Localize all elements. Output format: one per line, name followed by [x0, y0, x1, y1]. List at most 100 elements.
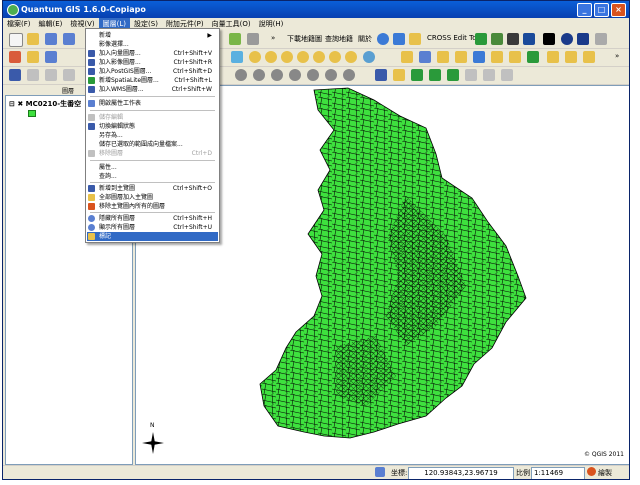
- stack-icon[interactable]: [595, 33, 607, 45]
- menu-item-open-attribute-table[interactable]: 開啟屬性工作表: [87, 99, 218, 108]
- capture-point-icon[interactable]: [235, 69, 247, 81]
- menu-help[interactable]: 說明(H): [255, 18, 288, 30]
- profile-icon[interactable]: [543, 33, 555, 45]
- zoom-full-icon[interactable]: [281, 51, 293, 63]
- menu-item-add-vector[interactable]: 加入向量圖層... Ctrl+Shift+V: [87, 49, 218, 58]
- menu-item-remove-layer[interactable]: 移除圖層 Ctrl+D: [87, 149, 218, 158]
- toolbar-more-mid[interactable]: »: [615, 52, 619, 60]
- measure-icon[interactable]: [577, 33, 589, 45]
- advanced-edit-icon[interactable]: [375, 69, 387, 81]
- cut-feature-icon[interactable]: [307, 69, 319, 81]
- grid-icon[interactable]: [523, 33, 535, 45]
- menu-item-show-all-layers[interactable]: 顯示所有圖層 Ctrl+Shift+U: [87, 223, 218, 232]
- menu-item-query[interactable]: 查詢...: [87, 172, 218, 181]
- menu-item-properties[interactable]: 屬性...: [87, 163, 218, 172]
- query-map-button[interactable]: 查詢地籍: [325, 34, 353, 44]
- digitize-icon[interactable]: [9, 51, 21, 63]
- text-annotation-icon[interactable]: [547, 51, 559, 63]
- capture-line-icon[interactable]: [253, 69, 265, 81]
- stop-render-icon[interactable]: [587, 467, 596, 476]
- menu-file[interactable]: 檔案(F): [3, 18, 35, 30]
- annotation-icon[interactable]: [527, 51, 539, 63]
- close-button[interactable]: ×: [611, 3, 626, 17]
- menu-item-hide-all-layers[interactable]: 隱藏所有圖層 Ctrl+Shift+H: [87, 214, 218, 223]
- menu-edit[interactable]: 編輯(E): [35, 18, 67, 30]
- layer-item[interactable]: ⊟ ✖ MC0210-生番空: [9, 99, 81, 109]
- map-tips-icon[interactable]: [473, 51, 485, 63]
- merge-feature-icon[interactable]: [501, 69, 513, 81]
- copy-feature-icon[interactable]: [325, 69, 337, 81]
- expand-toggle-icon[interactable]: ⊟: [9, 100, 15, 108]
- reshape-icon[interactable]: [465, 69, 477, 81]
- split-feature-icon[interactable]: [483, 69, 495, 81]
- menu-item-image-select[interactable]: 影像選擇...: [87, 40, 218, 49]
- zoom-in-icon[interactable]: [249, 51, 261, 63]
- move-annotation-icon[interactable]: [583, 51, 595, 63]
- attribute-table-icon[interactable]: [45, 51, 57, 63]
- menu-item-toggle-editing[interactable]: 切換編輯狀態: [87, 122, 218, 131]
- edit-icon[interactable]: [491, 33, 503, 45]
- zoom-last-icon[interactable]: [329, 51, 341, 63]
- download-map-button[interactable]: 下載地籍圖: [287, 34, 322, 44]
- add-ring-icon[interactable]: [393, 69, 405, 81]
- zoom-selection-icon[interactable]: [297, 51, 309, 63]
- identify-icon[interactable]: [419, 51, 431, 63]
- chart-icon[interactable]: [507, 33, 519, 45]
- add-part-icon[interactable]: [411, 69, 423, 81]
- paste-feature-icon[interactable]: [343, 69, 355, 81]
- menu-item-save-edits[interactable]: 儲存編輯: [87, 113, 218, 122]
- save-edits-icon[interactable]: [27, 69, 39, 81]
- menu-item-add-to-overview[interactable]: 新增到主覽圖 Ctrl+Shift+O: [87, 184, 218, 193]
- menu-item-save-selection[interactable]: 儲存已選取的範圍成向量檔案...: [87, 140, 218, 149]
- open-project-icon[interactable]: [27, 33, 39, 45]
- hand-pan-icon[interactable]: [231, 51, 243, 63]
- move-feature-icon[interactable]: [45, 69, 57, 81]
- menu-item-save-as[interactable]: 另存為...: [87, 131, 218, 140]
- arrow-icon[interactable]: [475, 33, 487, 45]
- web-icon[interactable]: [393, 33, 405, 45]
- menu-item-remove-all-from-overview[interactable]: 移除主覽圖內所有的圖層: [87, 202, 218, 211]
- layers-icon[interactable]: [409, 33, 421, 45]
- delete-ring-icon[interactable]: [429, 69, 441, 81]
- menu-item-add-postgis[interactable]: 加入PostGIS圖層... Ctrl+Shift+D: [87, 67, 218, 76]
- print-icon[interactable]: [247, 33, 259, 45]
- pan-icon[interactable]: [229, 33, 241, 45]
- minimize-button[interactable]: _: [577, 3, 592, 17]
- bookmark-icon[interactable]: [491, 51, 503, 63]
- zoom-next-icon[interactable]: [345, 51, 357, 63]
- delete-part-icon[interactable]: [447, 69, 459, 81]
- new-project-icon[interactable]: [9, 33, 23, 47]
- maximize-button[interactable]: □: [594, 3, 609, 17]
- north-icon[interactable]: [561, 33, 573, 45]
- node-tool-icon[interactable]: [63, 69, 75, 81]
- about-button[interactable]: 關於: [358, 34, 372, 44]
- coordinate-display[interactable]: 120.93843,23.96719: [408, 467, 514, 479]
- menu-item-new-spatialite[interactable]: 新增SpatiaLite圖層... Ctrl+Shift+L: [87, 76, 218, 85]
- render-checkbox[interactable]: 繪製: [598, 468, 612, 478]
- coordinate-toggle-icon[interactable]: [375, 467, 385, 477]
- capture-polygon-icon[interactable]: [271, 69, 283, 81]
- save-as-icon[interactable]: [63, 33, 75, 45]
- layer-visibility-checkbox[interactable]: ✖: [17, 100, 23, 108]
- menu-item-new[interactable]: 新增 ▶: [87, 31, 218, 40]
- select-icon[interactable]: [401, 51, 413, 63]
- delete-feature-icon[interactable]: [289, 69, 301, 81]
- add-feature-icon[interactable]: [27, 51, 39, 63]
- menu-item-labels[interactable]: 標記: [87, 232, 218, 241]
- measure-line-icon[interactable]: [437, 51, 449, 63]
- save-project-icon[interactable]: [45, 33, 57, 45]
- new-bookmark-icon[interactable]: [509, 51, 521, 63]
- menu-item-add-wms[interactable]: 加入WMS圖層... Ctrl+Shift+W: [87, 85, 218, 94]
- title-bar[interactable]: Quantum GIS 1.6.0-Copiapo _ □ ×: [3, 1, 629, 18]
- scale-input[interactable]: 1:11469: [531, 467, 585, 479]
- zoom-out-icon[interactable]: [265, 51, 277, 63]
- form-annotation-icon[interactable]: [565, 51, 577, 63]
- refresh-icon[interactable]: [363, 51, 375, 63]
- globe-icon[interactable]: [377, 33, 389, 45]
- menu-item-add-all-to-overview[interactable]: 全部圖層加入主覽圖: [87, 193, 218, 202]
- toolbar-more-top[interactable]: »: [271, 34, 275, 42]
- measure-area-icon[interactable]: [455, 51, 467, 63]
- pencil-icon[interactable]: [9, 69, 21, 81]
- zoom-layer-icon[interactable]: [313, 51, 325, 63]
- menu-item-add-raster[interactable]: 加入影像圖層... Ctrl+Shift+R: [87, 58, 218, 67]
